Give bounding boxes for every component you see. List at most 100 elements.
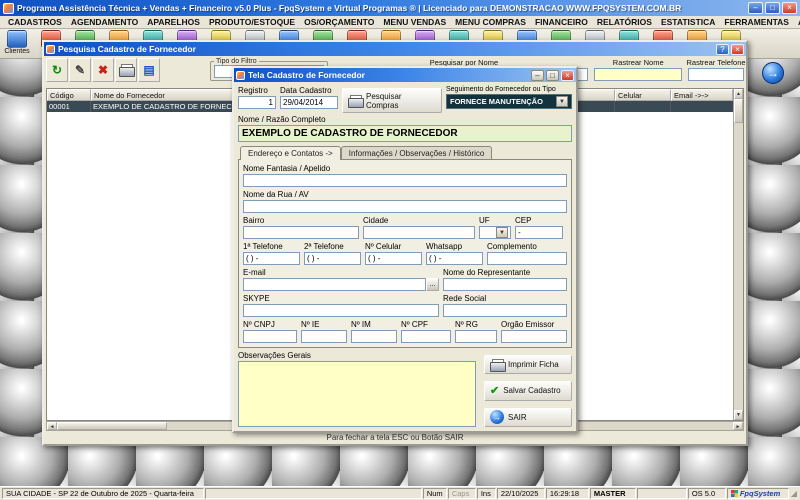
menu-relatorios[interactable]: RELATÓRIOS [593,17,656,27]
celular-input[interactable]: ( ) - [365,252,422,265]
menu-ajuda[interactable]: AJUDA [794,17,800,27]
menu-estatistica[interactable]: ESTATISTICA [657,17,719,27]
go-arrow-button[interactable]: → [762,62,784,84]
telefone2-input[interactable]: ( ) - [304,252,361,265]
registro-input[interactable]: 1 [238,96,276,109]
seguimento-select[interactable]: FORNECE MANUTENÇÃO ▼ [446,94,572,109]
status-spacer [205,488,422,499]
print-button[interactable] [115,58,137,82]
telefone1-input[interactable]: ( ) - [243,252,300,265]
menu-agendamento[interactable]: AGENDAMENTO [67,17,142,27]
menu-produto-estoque[interactable]: PRODUTO/ESTOQUE [205,17,299,27]
status-version: OS 5.0 [688,488,726,499]
status-ins: Ins [477,488,496,499]
status-brand: FpqSystem [727,488,789,499]
tab-informacoes-observacoes[interactable]: Informações / Observações / Histórico [341,146,493,160]
print-icon [490,359,504,371]
refresh-button[interactable]: ↻ [46,58,68,82]
skype-input[interactable] [243,304,439,317]
cpf-input[interactable] [401,330,451,343]
whatsapp-input[interactable]: ( ) - [426,252,483,265]
status-time: 16:29:18 [546,488,589,499]
menu-vendas[interactable]: MENU VENDAS [379,17,450,27]
track-name-input[interactable] [594,68,682,81]
scroll-right-icon[interactable]: ► [733,422,743,430]
cell-celular [615,101,671,112]
delete-icon: ✖ [98,63,108,77]
uf-select[interactable]: ▼ [479,226,511,239]
menu-compras[interactable]: MENU COMPRAS [451,17,530,27]
menu-financeiro[interactable]: FINANCEIRO [531,17,592,27]
imprimir-ficha-button[interactable]: Imprimir Ficha [484,355,572,374]
pesquisar-compras-label: Pesquisar Compras [366,92,436,110]
menu-aparelhos[interactable]: APARELHOS [143,17,204,27]
im-input[interactable] [351,330,397,343]
horizontal-scroll-thumb[interactable] [57,422,167,430]
form-window-title: Tela Cadastro de Fornecedor [248,70,528,80]
form-body: Registro 1 Data Cadastro 29/04/2014 Pesq… [234,82,576,431]
maximize-button[interactable]: □ [765,2,780,14]
status-date: 22/10/2025 [497,488,545,499]
celular-label: Nº Celular [365,242,422,251]
bairro-label: Bairro [243,216,359,225]
form-close-button[interactable]: × [561,70,574,81]
representante-input[interactable] [443,278,567,291]
rg-input[interactable] [455,330,497,343]
statusbar: SUA CIDADE - SP 22 de Outubro de 2025 - … [0,486,800,500]
observacoes-label: Observações Gerais [238,351,476,360]
track-phone-input[interactable] [688,68,744,81]
menu-os-orcamento[interactable]: OS/ORÇAMENTO [300,17,378,27]
scroll-up-icon[interactable]: ▲ [734,89,743,99]
minimize-button[interactable]: – [748,2,763,14]
resize-grip-icon[interactable]: ◢ [790,488,798,499]
email-browse-button[interactable]: ... [426,278,439,291]
ie-input[interactable] [301,330,347,343]
bairro-input[interactable] [243,226,359,239]
rua-input[interactable] [243,200,567,213]
data-cadastro-input[interactable]: 29/04/2014 [280,96,338,109]
list-button[interactable]: ▤ [138,58,160,82]
rede-social-input[interactable] [443,304,567,317]
toolbar-item-clientes[interactable]: Clientes [2,30,32,55]
close-button[interactable]: × [782,2,797,14]
edit-button[interactable]: ✎ [69,58,91,82]
scroll-left-icon[interactable]: ◄ [47,422,57,430]
pesquisar-compras-button[interactable]: Pesquisar Compras [342,88,442,113]
complemento-input[interactable] [487,252,567,265]
nome-input[interactable]: EXEMPLO DE CADASTRO DE FORNECEDOR [238,125,572,142]
form-minimize-button[interactable]: – [531,70,544,81]
brand-label: FpqSystem [740,489,780,498]
nome-label: Nome / Razão Completo [238,115,572,124]
menu-cadastros[interactable]: CADASTROS [4,17,66,27]
tab-endereco-contatos[interactable]: Endereço e Contatos -> [240,146,341,160]
imprimir-ficha-label: Imprimir Ficha [508,360,559,369]
sair-button[interactable]: → SAIR [484,408,572,427]
search-window-titlebar: Pesquisa Cadastro de Fornecedor ? × [44,42,746,56]
vertical-scrollbar[interactable]: ▲ ▼ [733,89,743,420]
chevron-down-icon[interactable]: ▼ [496,227,508,238]
cnpj-input[interactable] [243,330,297,343]
scroll-down-icon[interactable]: ▼ [734,410,743,420]
column-celular[interactable]: Celular [615,89,671,101]
column-codigo[interactable]: Código [47,89,91,101]
form-window-icon [236,71,245,80]
observacoes-textarea[interactable] [238,361,476,427]
orgao-emissor-input[interactable] [501,330,567,343]
help-button[interactable]: ? [716,44,729,55]
form-maximize-button[interactable]: □ [546,70,559,81]
delete-button[interactable]: ✖ [92,58,114,82]
cep-label: CEP [515,216,563,225]
ie-label: Nº IE [301,320,347,329]
chevron-down-icon[interactable]: ▼ [556,96,568,107]
vertical-scroll-thumb[interactable] [734,99,743,123]
column-email[interactable]: Email ->-> [671,89,733,101]
menubar: CADASTROS AGENDAMENTO APARELHOS PRODUTO/… [0,16,800,29]
search-close-button[interactable]: × [731,44,744,55]
email-input[interactable] [243,278,426,291]
search-window-icon [46,45,55,54]
salvar-cadastro-button[interactable]: ✔ Salvar Cadastro [484,381,572,400]
nome-fantasia-input[interactable] [243,174,567,187]
cidade-input[interactable] [363,226,475,239]
menu-ferramentas[interactable]: FERRAMENTAS [720,17,793,27]
cep-input[interactable]: - [515,226,563,239]
